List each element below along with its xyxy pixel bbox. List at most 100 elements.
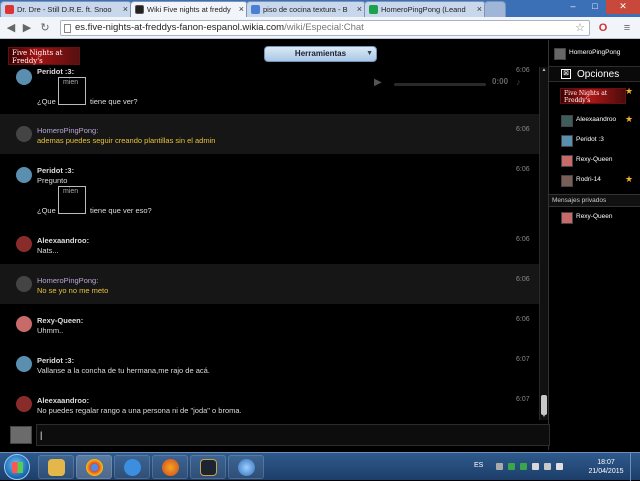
logo-text: Five Nights at Freddy's: [564, 90, 608, 104]
opera-icon[interactable]: O: [596, 21, 610, 35]
star-icon: ★: [625, 86, 634, 96]
show-desktop-button[interactable]: [630, 453, 640, 481]
browser-tab-strip: Dr. Dre - Still D.R.E. ft. Snoo × Wiki F…: [0, 0, 640, 17]
chat-input-row: |: [0, 420, 550, 450]
message-user[interactable]: Aleexaandroo:: [37, 396, 89, 405]
wiki-logo[interactable]: Five Nights at Freddy's: [8, 47, 80, 65]
message-time: 6:07: [516, 396, 530, 403]
network-icon[interactable]: [544, 463, 551, 470]
message-text: tiene que ver eso?: [90, 206, 152, 215]
address-bar[interactable]: es.five-nights-at-freddys-fanon-espanol.…: [60, 20, 590, 36]
message-user[interactable]: Peridot :3:: [37, 67, 74, 76]
close-icon[interactable]: ×: [123, 2, 128, 17]
google-icon: [251, 5, 260, 14]
url-path: /wiki/Especial:Chat: [284, 22, 364, 33]
message-time: 6:06: [516, 126, 530, 133]
message-user[interactable]: Rexy-Queen:: [37, 316, 83, 325]
taskbar-chrome[interactable]: [76, 455, 112, 479]
scroll-down-icon[interactable]: ▼: [540, 413, 548, 419]
audio-player[interactable]: ▶ 0:00 ♪: [374, 77, 528, 91]
message-user[interactable]: HomeroPingPong:: [37, 126, 98, 135]
options-button[interactable]: ⊠ Opciones: [549, 66, 640, 82]
logo-text: Five Nights at Freddy's: [12, 49, 63, 65]
window-close-icon[interactable]: ✕: [606, 0, 640, 14]
youtube-icon: [5, 5, 14, 14]
chat-message: Peridot :3: Pregunto ¿Que mien tiene que…: [0, 154, 540, 224]
message-time: 6:06: [516, 166, 530, 173]
scroll-thumb[interactable]: [541, 395, 547, 415]
chat-message: Peridot :3: ¿Que mien tiene que ver? 6:0…: [0, 67, 540, 114]
broken-image: mien: [58, 77, 86, 105]
volume-icon[interactable]: [556, 463, 563, 470]
private-messages-header: Mensajes privados: [549, 194, 640, 207]
message-time: 6:06: [516, 316, 530, 323]
close-icon[interactable]: ×: [239, 2, 244, 17]
tray-arrow-icon[interactable]: [496, 463, 503, 470]
chat-message: Peridot :3: Vallanse a la concha de tu h…: [0, 344, 540, 384]
self-user[interactable]: HomeroPingPong: [549, 46, 640, 62]
message-text: No se yo no me meto: [37, 286, 109, 295]
avatar[interactable]: [16, 396, 32, 412]
new-tab-button[interactable]: [484, 1, 506, 17]
message-scrollbar[interactable]: ▲ ▼: [539, 67, 548, 420]
avatar: [561, 115, 573, 127]
close-icon[interactable]: ×: [477, 2, 482, 17]
message-list: Peridot :3: ¿Que mien tiene que ver? 6:0…: [0, 67, 548, 420]
sidebar-wiki-logo[interactable]: Five Nights at Freddy's: [560, 88, 626, 104]
taskbar-app[interactable]: [228, 455, 264, 479]
tab-wiki[interactable]: Wiki Five nights at freddy ×: [130, 1, 248, 17]
message-user[interactable]: Peridot :3:: [37, 356, 74, 365]
tray-flag-icon[interactable]: [532, 463, 539, 470]
user-name: Aleexaandroo: [576, 116, 617, 123]
message-input[interactable]: |: [36, 424, 550, 446]
avatar[interactable]: [16, 356, 32, 372]
chat-message: Aleexaandroo: No puedes regalar rango a …: [0, 384, 540, 420]
user-name: Rexy-Queen: [576, 213, 613, 220]
scroll-up-icon[interactable]: ▲: [540, 67, 548, 73]
tray-security-icon[interactable]: [520, 463, 527, 470]
menu-icon[interactable]: ≡: [620, 21, 634, 35]
volume-icon[interactable]: ♪: [516, 77, 521, 87]
clock-date: 21/04/2015: [588, 468, 624, 475]
tools-button[interactable]: Herramientas ▼: [264, 46, 377, 62]
avatar[interactable]: [16, 236, 32, 252]
reload-icon[interactable]: ↻: [38, 21, 52, 35]
tab-youtube[interactable]: Dr. Dre - Still D.R.E. ft. Snoo ×: [0, 1, 132, 17]
message-text: tiene que ver?: [90, 97, 138, 106]
globe-icon: [238, 459, 255, 476]
clock[interactable]: 18:07 21/04/2015: [586, 458, 626, 476]
avatar[interactable]: [16, 126, 32, 142]
taskbar-explorer[interactable]: [38, 455, 74, 479]
avatar[interactable]: [16, 69, 32, 85]
tab-homero[interactable]: HomeroPingPong (Leand ×: [364, 1, 486, 17]
message-user[interactable]: Aleexaandroo:: [37, 236, 89, 245]
play-icon[interactable]: ▶: [374, 77, 382, 88]
maximize-icon[interactable]: □: [584, 0, 606, 14]
avatar: [10, 426, 32, 444]
avatar[interactable]: [16, 167, 32, 183]
avatar[interactable]: [16, 276, 32, 292]
taskbar-ie[interactable]: [114, 455, 150, 479]
chevron-down-icon: ▼: [366, 50, 373, 57]
close-icon[interactable]: ×: [357, 2, 362, 17]
minimize-icon[interactable]: –: [562, 0, 584, 14]
self-name: HomeroPingPong: [569, 49, 621, 56]
avatar: [561, 212, 573, 224]
tab-google[interactable]: piso de cocina textura - B ×: [246, 1, 366, 17]
back-icon[interactable]: ◀: [4, 21, 18, 35]
bookmark-star-icon[interactable]: ☆: [575, 21, 585, 35]
taskbar-league[interactable]: [190, 455, 226, 479]
message-user[interactable]: HomeroPingPong:: [37, 276, 98, 285]
tray-app-icon[interactable]: [508, 463, 515, 470]
avatar[interactable]: [16, 316, 32, 332]
chat-message: Rexy-Queen: Uhmm.. 6:06: [0, 304, 540, 344]
chrome-icon: [86, 459, 103, 476]
audio-progress[interactable]: [394, 83, 486, 86]
start-button[interactable]: [4, 454, 30, 480]
language-indicator[interactable]: ES: [474, 462, 483, 469]
message-time: 6:07: [516, 356, 530, 363]
user-name: Rexy-Queen: [576, 156, 613, 163]
taskbar-firefox[interactable]: [152, 455, 188, 479]
message-user[interactable]: Peridot :3:: [37, 166, 74, 175]
forward-icon[interactable]: ▶: [20, 21, 34, 35]
